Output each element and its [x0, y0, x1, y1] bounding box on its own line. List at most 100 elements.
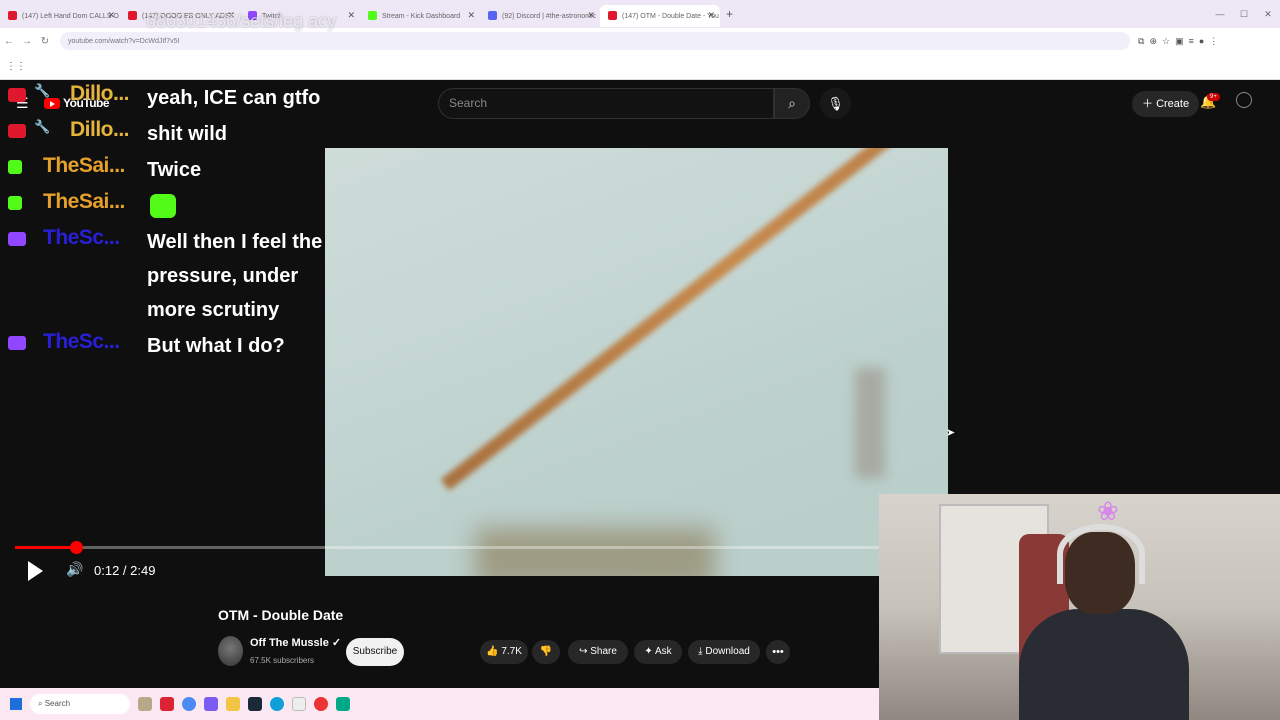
browser-tab[interactable]: Stream - Kick Dashboard ✕: [360, 5, 480, 27]
chat-message: 🔧 Dillo... yeah, ICE can gtfo: [0, 80, 360, 116]
progress-played: [15, 546, 77, 549]
browser-tab-active[interactable]: (147) OTM - Double Date - You ✕: [600, 5, 720, 27]
download-label: Download: [705, 646, 750, 657]
discord-favicon-icon: [488, 11, 497, 20]
chat-message: TheSc... Well then I feel the pressure, …: [0, 224, 360, 328]
plus-icon: ＋: [1142, 98, 1157, 110]
maximize-icon[interactable]: ☐: [1232, 0, 1256, 28]
notification-badge: 9+: [1207, 93, 1220, 101]
create-button[interactable]: ＋ Create: [1132, 91, 1200, 117]
subscribe-button[interactable]: Subscribe: [346, 638, 404, 666]
youtube-platform-icon: [8, 88, 26, 102]
streamer-webcam: ❀: [879, 494, 1280, 720]
youtube-favicon-icon: [8, 11, 17, 20]
channel-name[interactable]: Off The Mussle ✓: [250, 636, 341, 649]
app-icon-red[interactable]: [160, 697, 174, 711]
video-player[interactable]: [325, 148, 948, 576]
url-text: youtube.com/watch?v=DcWdJIf7v5I: [68, 37, 180, 45]
chat-text: Twice: [147, 159, 202, 181]
chat-text: Well then I feel the pressure, under mor…: [147, 231, 323, 321]
verified-icon: ✓: [331, 637, 342, 649]
more-actions-button[interactable]: •••: [766, 640, 790, 664]
bookmarks-bar: ⋮⋮: [0, 54, 1280, 80]
profile-icon[interactable]: ●: [1199, 36, 1204, 47]
forward-icon[interactable]: →: [18, 36, 36, 47]
chat-username: TheSai...: [43, 190, 125, 213]
file-explorer-icon[interactable]: [226, 697, 240, 711]
apps-grid-icon[interactable]: ⋮⋮: [6, 61, 26, 72]
close-tab-icon[interactable]: ✕: [107, 10, 115, 21]
taskbar-search-placeholder: Search: [44, 699, 71, 708]
chat-text: yeah, ICE can gtfo: [147, 87, 321, 109]
more-horiz-icon: •••: [772, 646, 784, 658]
headset-icon: [1057, 524, 1145, 584]
dislike-button[interactable]: 👎: [532, 640, 560, 664]
chat-username: Dillo...: [70, 82, 130, 105]
stream-chat-overlay: 🔧 Dillo... yeah, ICE can gtfo 🔧 Dillo...…: [0, 80, 360, 364]
account-avatar[interactable]: [1236, 92, 1252, 108]
ask-label: Ask: [654, 646, 672, 657]
close-tab-icon[interactable]: ✕: [707, 10, 715, 21]
new-tab-icon[interactable]: +: [726, 7, 733, 21]
kick-platform-icon: [8, 196, 22, 210]
copilot-icon[interactable]: [204, 697, 218, 711]
install-icon[interactable]: ⧉: [1138, 36, 1144, 47]
chat-text: But what I do?: [147, 335, 285, 357]
ask-button[interactable]: ✦ Ask: [634, 640, 682, 664]
volume-icon[interactable]: 🔊: [66, 561, 83, 578]
edge-icon[interactable]: [270, 697, 284, 711]
windows-start-icon[interactable]: [10, 698, 22, 710]
browser-toolbar-icons: ⧉ ⊕ ☆ ▣ ≡ ● ⋮: [1138, 36, 1218, 47]
sparkle-icon: ✦: [644, 646, 655, 657]
play-icon[interactable]: [28, 561, 43, 581]
minimize-icon[interactable]: —: [1208, 0, 1232, 28]
like-count: 7.7K: [501, 646, 522, 657]
chat-message: TheSai... Twice: [0, 152, 360, 188]
close-window-icon[interactable]: ✕: [1256, 0, 1280, 28]
wrench-icon: 🔧: [34, 119, 51, 134]
channel-name-text: Off The Mussle: [250, 637, 329, 649]
close-tab-icon[interactable]: ✕: [467, 10, 475, 21]
more-vert-icon[interactable]: ⋮: [1209, 36, 1218, 47]
download-button[interactable]: ⤓ Download: [688, 640, 760, 664]
tab-label: (147) Left Hand Dom CALLS O: [22, 12, 119, 20]
share-button[interactable]: ↪ Share: [568, 640, 628, 664]
app-icon-green[interactable]: [336, 697, 350, 711]
search-placeholder: Search: [449, 96, 488, 110]
url-input[interactable]: youtube.com/watch?v=DcWdJIf7v5I: [60, 32, 1130, 50]
video-title: OTM - Double Date: [218, 607, 344, 623]
widget-icon[interactable]: [138, 697, 152, 711]
scrubber-handle[interactable]: [70, 541, 84, 554]
flower-overlay-icon: ❀: [1097, 496, 1119, 526]
search-icon: ⌕: [788, 95, 796, 111]
reload-icon[interactable]: ↻: [36, 36, 54, 47]
subscriber-count: 67.5K subscribers: [250, 656, 315, 665]
search-button[interactable]: ⌕: [774, 88, 810, 119]
zoom-icon[interactable]: ⊕: [1149, 36, 1157, 47]
browser-tab[interactable]: (92) Discord | #the-astronomic ✕: [480, 5, 600, 27]
back-icon[interactable]: ←: [0, 36, 18, 47]
sidepanel-icon[interactable]: ▣: [1175, 36, 1184, 47]
time-display: 0:12 / 2:49: [94, 563, 156, 578]
voice-search-button[interactable]: 🎙: [820, 88, 851, 119]
like-button[interactable]: 👍 7.7K: [480, 640, 528, 664]
browser-tab[interactable]: (147) Left Hand Dom CALLS O ✕: [0, 5, 120, 27]
chat-username: TheSai...: [43, 154, 125, 177]
taskbar-search-icon: ⌕: [38, 699, 45, 708]
notepad-icon[interactable]: [292, 697, 306, 711]
close-tab-icon[interactable]: ✕: [587, 10, 595, 21]
chrome-icon[interactable]: [182, 697, 196, 711]
taskbar-search-input[interactable]: ⌕ Search: [30, 694, 130, 714]
video-progress-bar[interactable]: [15, 541, 879, 554]
twitch-platform-icon: [8, 336, 26, 350]
channel-avatar[interactable]: [218, 636, 243, 666]
search-input[interactable]: Search: [438, 88, 774, 119]
bookmark-star-icon[interactable]: ☆: [1162, 36, 1170, 47]
emote-icon: [150, 194, 176, 218]
microphone-icon: 🎙: [827, 96, 844, 111]
chrome-active-icon[interactable]: [314, 697, 328, 711]
tab-label: (147) OTM - Double Date - You: [622, 12, 719, 20]
steam-icon[interactable]: [248, 697, 262, 711]
menu-icon[interactable]: ≡: [1189, 36, 1194, 47]
chat-message: 🔧 Dillo... shit wild: [0, 116, 360, 152]
